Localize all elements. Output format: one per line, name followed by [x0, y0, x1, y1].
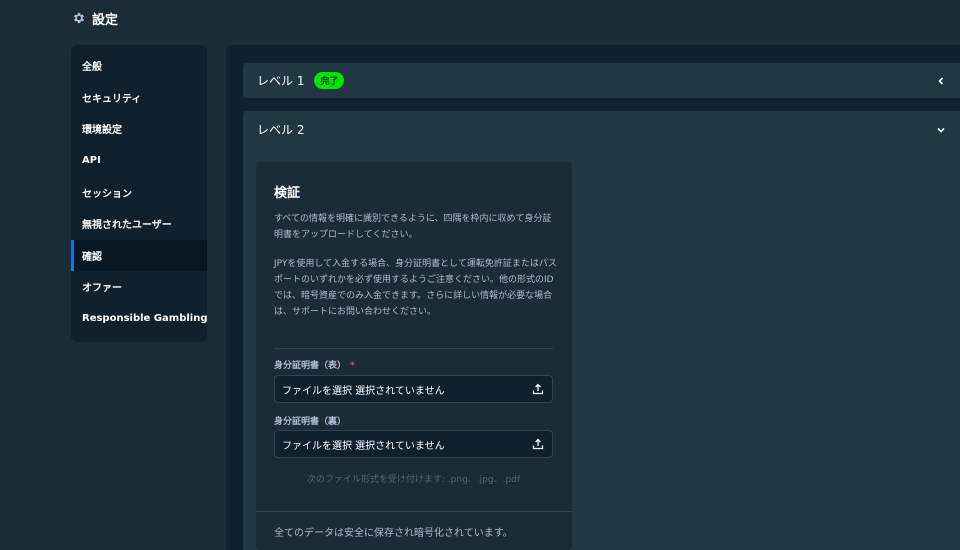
id-back-file-value: ファイルを選択 選択されていません [282, 440, 445, 452]
page-header: 設定 [0, 0, 960, 36]
sidebar-item-security[interactable]: セキュリティ [71, 82, 207, 114]
level-2-label: レベル 2 [257, 123, 305, 137]
sidebar-item-api[interactable]: API [71, 145, 207, 177]
sidebar-item-responsible-gambling[interactable]: Responsible Gambling [71, 303, 207, 335]
required-mark: * [350, 361, 355, 371]
id-front-label-text: 身分証明書（表） [274, 361, 347, 371]
gear-icon [72, 11, 86, 25]
id-back-label: 身分証明書（裏） [274, 417, 347, 427]
verification-instructions: すべての情報を明確に識別できるように、四隅を枠内に収めて身分証明書をアップロード… [274, 214, 552, 240]
page-title: 設定 [92, 12, 119, 28]
settings-sidebar: 全般 セキュリティ 環境設定 API セッション 無視されたユーザー 確認 オフ… [71, 45, 207, 342]
upload-icon[interactable] [532, 438, 544, 450]
id-front-label: 身分証明書（表） * [274, 358, 355, 371]
chevron-left-icon [936, 76, 946, 86]
id-front-file-input[interactable]: ファイルを選択 選択されていません [274, 375, 553, 403]
sidebar-item-verify[interactable]: 確認 [71, 239, 207, 272]
verification-card: 検証 すべての情報を明確に識別できるように、四隅を枠内に収めて身分証明書をアップ… [256, 162, 572, 550]
level-1-accordion[interactable]: レベル 1 完了 [243, 63, 960, 98]
id-front-file-value: ファイルを選択 選択されていません [282, 385, 445, 397]
chevron-down-icon [936, 125, 946, 135]
sidebar-item-preferences[interactable]: 環境設定 [71, 113, 207, 145]
upload-icon[interactable] [532, 383, 544, 395]
level-1-label: レベル 1 [257, 74, 305, 88]
verification-title: 検証 [274, 186, 301, 201]
level-2-accordion[interactable]: レベル 2 [243, 111, 960, 148]
verification-jpy-notice: JPYを使用して入金する場合、身分証明書として運転免許証またはパスポートのいずれ… [274, 259, 557, 317]
security-note: 全てのデータは安全に保存され暗号化されています。 [256, 511, 572, 550]
sidebar-item-offers[interactable]: オファー [71, 271, 207, 303]
sidebar-item-sessions[interactable]: セッション [71, 176, 207, 208]
sidebar-item-ignored-users[interactable]: 無視されたユーザー [71, 208, 207, 240]
divider [274, 348, 553, 349]
status-badge: 完了 [314, 72, 345, 89]
accepted-formats-hint: 次のファイル形式を受け付けます: .png、.jpg、.pdf [306, 475, 521, 485]
id-back-file-input[interactable]: ファイルを選択 選択されていません [274, 430, 553, 458]
sidebar-item-general[interactable]: 全般 [71, 50, 207, 82]
